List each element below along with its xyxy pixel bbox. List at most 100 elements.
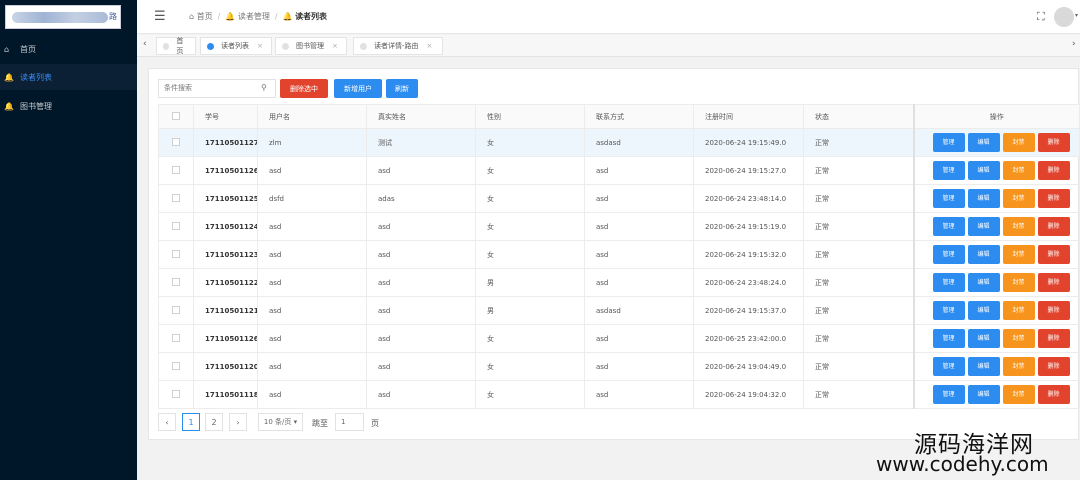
row-checkbox[interactable] xyxy=(158,128,194,157)
avatar[interactable] xyxy=(1054,7,1074,27)
table-row[interactable]: 17110501123 asd asd 女 asd 2020-06-24 19:15:32… xyxy=(158,240,1080,269)
table-row[interactable]: 17110501124 asd asd 女 asd 2020-06-24 19:15:19… xyxy=(158,212,1080,241)
breadcrumb-item[interactable]: 首页 xyxy=(197,11,213,22)
ban-button[interactable]: 封禁 xyxy=(1002,273,1035,292)
row-checkbox[interactable] xyxy=(158,240,194,269)
row-checkbox[interactable] xyxy=(158,296,194,325)
manage-button[interactable]: 管理 xyxy=(932,245,965,264)
menu-toggle-icon[interactable]: ☰ xyxy=(154,9,168,24)
delete-button[interactable]: 删除 xyxy=(1037,245,1070,264)
row-checkbox[interactable] xyxy=(158,212,194,241)
checkbox[interactable] xyxy=(172,361,180,370)
manage-button[interactable]: 管理 xyxy=(932,301,965,320)
goto-page-input[interactable]: 1 xyxy=(335,413,364,431)
table-row[interactable]: 17110501126 asd asd 女 asd 2020-06-24 19:15:27… xyxy=(158,156,1080,185)
row-checkbox[interactable] xyxy=(158,156,194,185)
tab-book-management[interactable]: 图书管理 × xyxy=(275,37,347,55)
edit-button[interactable]: 编辑 xyxy=(967,357,1000,376)
ban-button[interactable]: 封禁 xyxy=(1002,189,1035,208)
edit-button[interactable]: 编辑 xyxy=(967,385,1000,404)
page-size-select[interactable]: 10 条/页 ▾ xyxy=(258,413,303,431)
checkbox[interactable] xyxy=(172,221,180,230)
tab-reader-detail[interactable]: 读者详情-路由 × xyxy=(353,37,443,55)
close-icon[interactable]: × xyxy=(332,42,338,50)
checkbox[interactable] xyxy=(172,111,180,120)
sidebar-item-reader-list[interactable]: 🔔 读者列表 xyxy=(0,64,137,90)
checkbox[interactable] xyxy=(172,389,180,398)
sidebar-item-book-management[interactable]: 🔔 图书管理 xyxy=(0,93,137,119)
manage-button[interactable]: 管理 xyxy=(932,189,965,208)
table-row[interactable]: 17110501126 asd asd 女 asd 2020-06-25 23:42:00… xyxy=(158,324,1080,353)
fullscreen-icon[interactable]: ⛶ xyxy=(1037,10,1045,24)
checkbox[interactable] xyxy=(172,165,180,174)
delete-button[interactable]: 删除 xyxy=(1037,189,1070,208)
pagination-page-2[interactable]: 2 xyxy=(205,413,223,431)
manage-button[interactable]: 管理 xyxy=(932,329,965,348)
refresh-button[interactable]: 刷新 xyxy=(386,79,418,98)
table-row[interactable]: 17110501127 zlm 测试女 asdasd 2020-06-24 19:15:… xyxy=(158,128,1080,157)
tabs-scroll-left-icon[interactable]: ‹ xyxy=(143,39,147,49)
checkbox[interactable] xyxy=(172,137,180,146)
search-icon[interactable]: ⚲ xyxy=(261,83,267,92)
row-checkbox[interactable] xyxy=(158,184,194,213)
search-input[interactable] xyxy=(158,79,276,98)
row-checkbox[interactable] xyxy=(158,268,194,297)
table-row[interactable]: 17110501118 asd asd 女 asd 2020-06-24 19:04:32… xyxy=(158,380,1080,409)
table-row[interactable]: 17110501122 asd asd 男 asd 2020-06-24 23:48:24… xyxy=(158,268,1080,297)
ban-button[interactable]: 封禁 xyxy=(1002,217,1035,236)
row-checkbox[interactable] xyxy=(158,352,194,381)
checkbox[interactable] xyxy=(172,193,180,202)
select-all-checkbox[interactable] xyxy=(158,104,194,129)
sidebar-item-home[interactable]: ⌂ 首页 xyxy=(0,36,137,62)
ban-button[interactable]: 封禁 xyxy=(1002,301,1035,320)
delete-button[interactable]: 删除 xyxy=(1037,273,1070,292)
row-checkbox[interactable] xyxy=(158,380,194,409)
checkbox[interactable] xyxy=(172,277,180,286)
ban-button[interactable]: 封禁 xyxy=(1002,245,1035,264)
ban-button[interactable]: 封禁 xyxy=(1002,385,1035,404)
caret-down-icon[interactable]: ▾ xyxy=(1075,12,1078,19)
table-row[interactable]: 17110501120 asd asd 女 asd 2020-06-24 19:04:49… xyxy=(158,352,1080,381)
close-icon[interactable]: × xyxy=(257,42,263,50)
ban-button[interactable]: 封禁 xyxy=(1002,133,1035,152)
edit-button[interactable]: 编辑 xyxy=(967,217,1000,236)
ban-button[interactable]: 封禁 xyxy=(1002,329,1035,348)
pagination-prev-button[interactable]: ‹ xyxy=(158,413,176,431)
edit-button[interactable]: 编辑 xyxy=(967,161,1000,180)
delete-selected-button[interactable]: 删除选中 xyxy=(280,79,328,98)
pagination-next-button[interactable]: › xyxy=(229,413,247,431)
ban-button[interactable]: 封禁 xyxy=(1002,357,1035,376)
tabs-scroll-right-icon[interactable]: › xyxy=(1072,39,1076,49)
checkbox[interactable] xyxy=(172,249,180,258)
manage-button[interactable]: 管理 xyxy=(932,357,965,376)
delete-button[interactable]: 删除 xyxy=(1037,357,1070,376)
ban-button[interactable]: 封禁 xyxy=(1002,161,1035,180)
manage-button[interactable]: 管理 xyxy=(932,161,965,180)
edit-button[interactable]: 编辑 xyxy=(967,273,1000,292)
manage-button[interactable]: 管理 xyxy=(932,273,965,292)
delete-button[interactable]: 删除 xyxy=(1037,217,1070,236)
tab-home[interactable]: 首页 xyxy=(156,37,196,55)
delete-button[interactable]: 删除 xyxy=(1037,133,1070,152)
checkbox[interactable] xyxy=(172,305,180,314)
edit-button[interactable]: 编辑 xyxy=(967,301,1000,320)
table-row[interactable]: 17110501125 dsfd adas 女 asd 2020-06-24 23:48:… xyxy=(158,184,1080,213)
table-row[interactable]: 17110501121 asd asd 男 asdasd 2020-06-24 19:15… xyxy=(158,296,1080,325)
delete-button[interactable]: 删除 xyxy=(1037,385,1070,404)
add-user-button[interactable]: 新增用户 xyxy=(334,79,382,98)
delete-button[interactable]: 删除 xyxy=(1037,301,1070,320)
row-checkbox[interactable] xyxy=(158,324,194,353)
manage-button[interactable]: 管理 xyxy=(932,385,965,404)
edit-button[interactable]: 编辑 xyxy=(967,189,1000,208)
manage-button[interactable]: 管理 xyxy=(932,133,965,152)
edit-button[interactable]: 编辑 xyxy=(967,329,1000,348)
tab-reader-list[interactable]: 读者列表 × xyxy=(200,37,272,55)
delete-button[interactable]: 删除 xyxy=(1037,329,1070,348)
edit-button[interactable]: 编辑 xyxy=(967,133,1000,152)
manage-button[interactable]: 管理 xyxy=(932,217,965,236)
close-icon[interactable]: × xyxy=(427,42,433,50)
delete-button[interactable]: 删除 xyxy=(1037,161,1070,180)
edit-button[interactable]: 编辑 xyxy=(967,245,1000,264)
breadcrumb-item[interactable]: 读者管理 xyxy=(238,11,270,22)
checkbox[interactable] xyxy=(172,333,180,342)
